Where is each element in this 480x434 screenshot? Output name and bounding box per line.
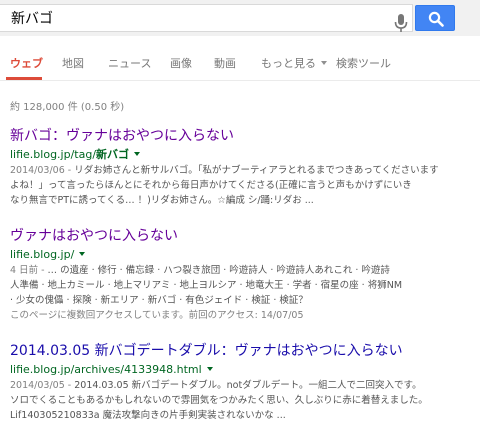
- snippet-date: 4 日前 -: [10, 265, 48, 276]
- snippet-text: 人準備 · 地上カミール · 地上マリアミ · 地上ヨルシア · 地竜大王 · …: [10, 280, 403, 291]
- snippet-line: 2014/03/05 - 2014.03.05 新バゴデートダブル。notダブル…: [10, 378, 470, 393]
- url-options-caret-icon[interactable]: [206, 367, 213, 371]
- tab-maps[interactable]: 地図: [62, 55, 84, 71]
- result-url-text: lifie.blog.jp/archives/4133948.html: [10, 363, 202, 376]
- result-title-link[interactable]: 新バゴ：ヴァナはおやつに入らない: [10, 128, 470, 145]
- search-result: 2014.03.05 新バゴデートダブル：ヴァナはおやつに入らない lifie.…: [10, 343, 470, 423]
- result-url: lifie.blog.jp/: [10, 248, 470, 262]
- result-title-link[interactable]: ヴァナはおやつに入らない: [10, 228, 470, 245]
- result-title-link[interactable]: 2014.03.05 新バゴデートダブル：ヴァナはおやつに入らない: [10, 343, 470, 360]
- snippet-line: よね！」って言ったらほんとにそれから毎日声かけてくださる(正確に言うと声もかけず…: [10, 178, 470, 193]
- result-url-text: lifie.blog.jp/tag/: [10, 148, 97, 161]
- snippet-line: 2014/03/06 - リダお姉さんと新サルバゴ。「私がナブーティアラとれるま…: [10, 163, 470, 178]
- snippet-text: なり無言でPTに誘ってくる… ！)リダお姉さん。☆編成 シ/踊:リダお ...: [10, 195, 314, 206]
- result-url-keyword: 新バゴ: [96, 148, 130, 161]
- tabs-divider: [0, 80, 480, 81]
- snippet-line: なり無言でPTに誘ってくる… ！)リダお姉さん。☆編成 シ/踊:リダお ...: [10, 193, 470, 208]
- search-box[interactable]: [0, 4, 413, 32]
- snippet-text: Lif140305210833a 魔法攻撃向きの片手剣実装されないかな ...: [10, 410, 286, 421]
- snippet-date: 2014/03/06 -: [10, 165, 75, 176]
- result-stats: 約 128,000 件 (0.50 秒): [10, 102, 125, 113]
- snippet-date: 2014/03/05 -: [10, 380, 75, 391]
- result-snippet: 2014/03/06 - リダお姉さんと新サルバゴ。「私がナブーティアラとれるま…: [10, 163, 470, 208]
- snippet-line: ソロでくることもあるかもしれないので雰囲気をつかみたく思い、久しぶりに赤に着替え…: [10, 393, 470, 408]
- chevron-down-icon: [321, 61, 327, 65]
- snippet-text: ソロでくることもあるかもしれないので雰囲気をつかみたく思い、久しぶりに赤に着替え…: [10, 395, 428, 406]
- tab-more[interactable]: もっと見る: [261, 55, 327, 71]
- snippet-text: よね！」って言ったらほんとにそれから毎日声かけてくださる(正確に言うと声もかけず…: [10, 180, 412, 191]
- snippet-text: リダお姉さんと新サルバゴ。「私がナブーティアラとれるまでつきあってくださいます: [74, 165, 439, 176]
- result-url-text: lifie.blog.jp/: [10, 248, 75, 261]
- snippet-line: Lif140305210833a 魔法攻撃向きの片手剣実装されないかな ...: [10, 408, 470, 423]
- snippet-line: 人準備 · 地上カミール · 地上マリアミ · 地上ヨルシア · 地竜大王 · …: [10, 278, 470, 293]
- tab-search-tools[interactable]: 検索ツール: [336, 55, 391, 71]
- search-icon: [428, 11, 444, 27]
- url-options-caret-icon[interactable]: [134, 152, 141, 156]
- snippet-line: このページに複数回アクセスしています。前回のアクセス: 14/07/05: [10, 308, 470, 323]
- snippet-text: · 少女の傀儡 · 探険 · 新エリア · 新バゴ · 有色ジェイド · 検証 …: [10, 295, 308, 306]
- search-results-page: ウェブ 地図 ニュース 画像 動画 もっと見る 検索ツール 約 128,000 …: [0, 0, 480, 434]
- tab-more-label: もっと見る: [261, 57, 316, 70]
- result-url: lifie.blog.jp/archives/4133948.html: [10, 363, 470, 377]
- tab-videos[interactable]: 動画: [214, 55, 236, 71]
- snippet-line: · 少女の傀儡 · 探険 · 新エリア · 新バゴ · 有色ジェイド · 検証 …: [10, 293, 470, 308]
- microphone-icon[interactable]: [394, 14, 408, 34]
- search-result: ヴァナはおやつに入らない lifie.blog.jp/ 4 日前 - … の遺産…: [10, 228, 470, 323]
- search-tabs: ウェブ 地図 ニュース 画像 動画 もっと見る 検索ツール: [0, 44, 480, 80]
- snippet-text: … の遺産 · 修行 · 備忘録 · ハつ裂き旅団 · 吟遊詩人 · 吟遊詩人あ…: [47, 265, 390, 276]
- visit-history-note: このページに複数回アクセスしています。前回のアクセス: 14/07/05: [10, 310, 304, 321]
- result-snippet: 2014/03/05 - 2014.03.05 新バゴデートダブル。notダブル…: [10, 378, 470, 423]
- result-url: lifie.blog.jp/tag/新バゴ: [10, 148, 470, 162]
- tab-web[interactable]: ウェブ: [10, 55, 43, 71]
- url-options-caret-icon[interactable]: [79, 252, 86, 256]
- tab-images[interactable]: 画像: [170, 55, 192, 71]
- result-snippet: 4 日前 - … の遺産 · 修行 · 備忘録 · ハつ裂き旅団 · 吟遊詩人 …: [10, 263, 470, 323]
- search-header: [0, 0, 480, 36]
- search-result: 新バゴ：ヴァナはおやつに入らない lifie.blog.jp/tag/新バゴ 2…: [10, 128, 470, 208]
- snippet-line: 4 日前 - … の遺産 · 修行 · 備忘録 · ハつ裂き旅団 · 吟遊詩人 …: [10, 263, 470, 278]
- snippet-text: 2014.03.05 新バゴデートダブル。notダブルデート。一組二人で二回突入…: [74, 380, 422, 391]
- tab-news[interactable]: ニュース: [108, 55, 151, 71]
- search-input[interactable]: [0, 5, 380, 31]
- search-button[interactable]: [415, 5, 455, 31]
